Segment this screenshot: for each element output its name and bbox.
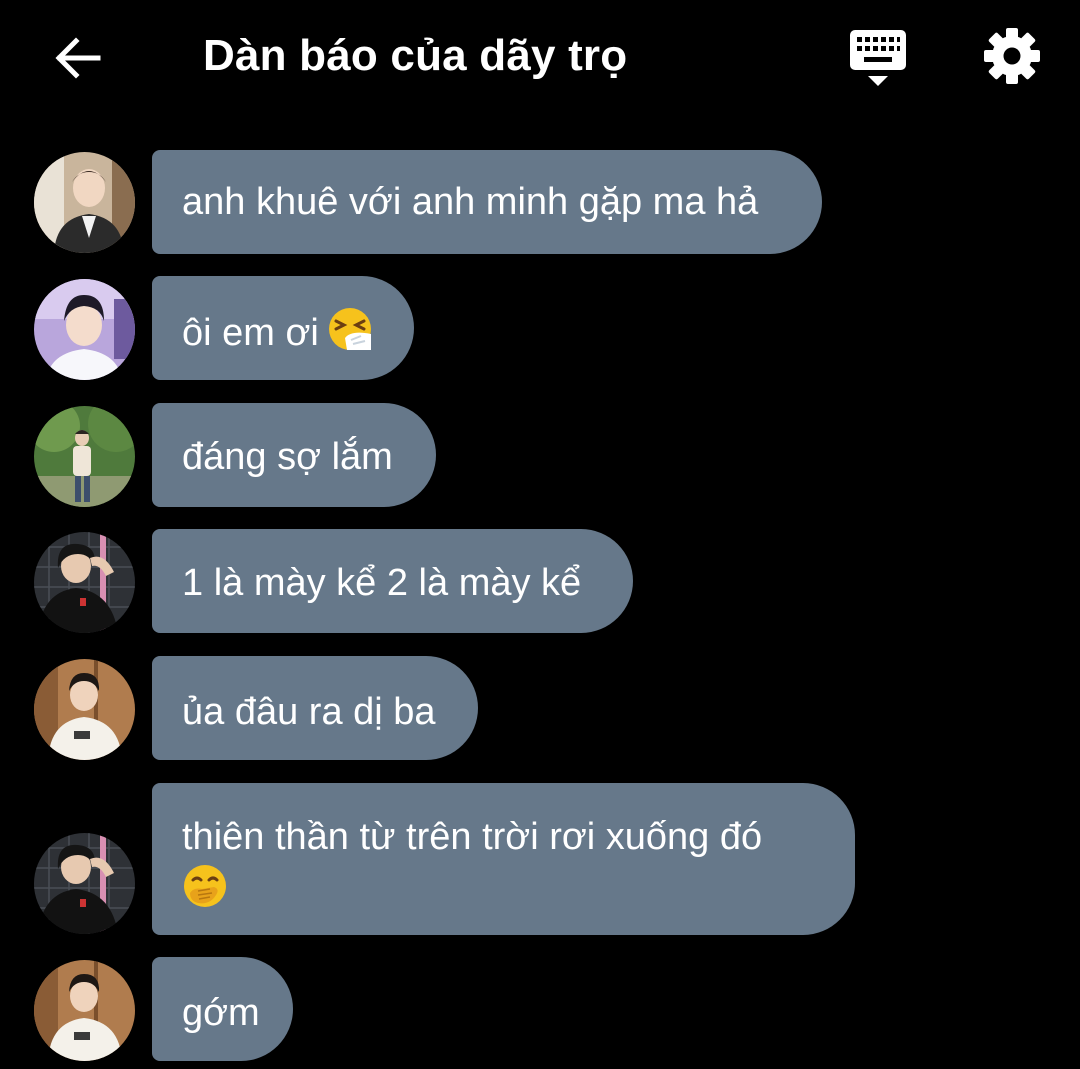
message-bubble[interactable]: đáng sợ lắm <box>152 403 436 507</box>
avatar[interactable] <box>34 406 135 507</box>
back-button[interactable] <box>50 30 106 86</box>
message-bubble[interactable]: gớm <box>152 957 293 1061</box>
message-text: đáng sợ lắm <box>182 436 393 478</box>
keyboard-button[interactable] <box>846 26 910 90</box>
message-row: ôi em ơi <box>0 276 1080 380</box>
message-row: 1 là mày kể 2 là mày kể <box>0 529 1080 633</box>
avatar[interactable] <box>34 833 135 934</box>
message-text: thiên thần từ trên trời rơi xuống đó <box>182 816 763 858</box>
message-bubble[interactable]: 1 là mày kể 2 là mày kể <box>152 529 633 633</box>
message-bubble[interactable]: ôi em ơi <box>152 276 414 380</box>
message-row: gớm <box>0 957 1080 1061</box>
message-text: ôi em ơi <box>182 312 319 355</box>
page-title: Dàn báo của dãy trọ <box>203 31 628 80</box>
avatar[interactable] <box>34 659 135 760</box>
message-bubble[interactable]: thiên thần từ trên trời rơi xuống đó <box>152 783 855 935</box>
message-bubble[interactable]: anh khuê với anh minh gặp ma hả <box>152 150 822 254</box>
message-text: gớm <box>182 992 260 1034</box>
message-text: anh khuê với anh minh gặp ma hả <box>182 181 759 223</box>
avatar[interactable] <box>34 532 135 633</box>
message-text: 1 là mày kể 2 là mày kể <box>182 562 582 604</box>
gear-icon <box>984 28 1040 84</box>
message-text: ủa đâu ra dị ba <box>182 691 436 733</box>
message-row: thiên thần từ trên trời rơi xuống đó <box>0 783 1080 935</box>
settings-button[interactable] <box>982 26 1042 86</box>
avatar[interactable] <box>34 152 135 253</box>
message-bubble[interactable]: ủa đâu ra dị ba <box>152 656 478 760</box>
message-row: đáng sợ lắm <box>0 403 1080 507</box>
arrow-left-icon <box>55 37 101 79</box>
sneezing-face-emoji <box>327 306 373 364</box>
keyboard-icon <box>850 30 906 86</box>
message-row: anh khuê với anh minh gặp ma hả <box>0 150 1080 254</box>
face-with-hand-over-mouth-emoji <box>182 863 228 921</box>
avatar[interactable] <box>34 960 135 1061</box>
message-row: ủa đâu ra dị ba <box>0 656 1080 760</box>
avatar[interactable] <box>34 279 135 380</box>
top-bar: Dàn báo của dãy trọ <box>0 0 1080 110</box>
